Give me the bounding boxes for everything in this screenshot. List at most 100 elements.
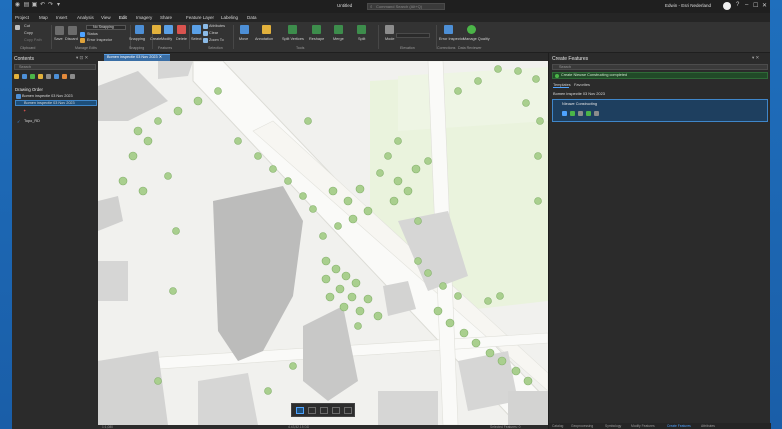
reviewer-error-inspector-icon[interactable] bbox=[444, 25, 453, 34]
map-view[interactable] bbox=[98, 61, 548, 425]
tab-analysis[interactable]: Analysis bbox=[77, 15, 94, 20]
pane-tab-modify-features[interactable]: Modify Features bbox=[631, 424, 655, 428]
select-button[interactable]: Select bbox=[191, 37, 202, 41]
error-inspector-button[interactable]: Error Inspector bbox=[87, 38, 112, 42]
split-vertices-button[interactable]: Split Vertices bbox=[282, 37, 304, 41]
elevation-value-input[interactable] bbox=[396, 33, 430, 38]
delete-button[interactable]: Delete bbox=[176, 37, 187, 41]
close-button[interactable]: ✕ bbox=[762, 2, 767, 9]
contents-search-input[interactable]: Search bbox=[14, 64, 96, 70]
split-icon[interactable] bbox=[357, 25, 366, 34]
trace-tool-icon[interactable] bbox=[578, 111, 583, 116]
discard-edits-button[interactable]: Discard bbox=[65, 37, 78, 41]
map-view-tab[interactable]: Bomen inspectie 03 Nov 2023 ✕ bbox=[104, 54, 170, 61]
snapping-button[interactable]: Snapping bbox=[129, 37, 145, 41]
list-by-snapping-icon[interactable] bbox=[46, 74, 51, 79]
avatar[interactable] bbox=[723, 2, 731, 10]
tab-feature-layer[interactable]: Feature Layer bbox=[186, 15, 214, 20]
attributes-button[interactable]: Attributes bbox=[209, 24, 225, 28]
copy-path-button[interactable]: Copy Path bbox=[24, 38, 42, 42]
tab-imagery[interactable]: Imagery bbox=[136, 15, 152, 20]
pane-tab-geoprocessing[interactable]: Geoprocessing bbox=[571, 424, 593, 428]
templates-search-input[interactable]: Search bbox=[552, 64, 768, 70]
elevation-mode-button[interactable]: Mode bbox=[385, 37, 395, 41]
reshape-icon[interactable] bbox=[312, 25, 321, 34]
save-edits-icon[interactable] bbox=[55, 26, 64, 35]
tab-map[interactable]: Map bbox=[39, 15, 48, 20]
elevation-mode-icon[interactable] bbox=[385, 25, 394, 34]
reshape-button[interactable]: Reshape bbox=[309, 37, 324, 41]
tab-favorites[interactable]: Favorites bbox=[574, 82, 590, 87]
point-tool-icon[interactable] bbox=[562, 111, 567, 116]
manage-quality-button[interactable]: Manage Quality bbox=[463, 37, 490, 41]
template-selected[interactable]: Nieuwe Constructing bbox=[552, 99, 768, 122]
more-tools-icon[interactable] bbox=[594, 111, 599, 116]
redo-icon[interactable]: ↷ bbox=[47, 2, 54, 9]
copy-button[interactable]: Copy bbox=[24, 31, 33, 35]
sketch-tool-icon[interactable] bbox=[570, 111, 575, 116]
tab-labeling[interactable]: Labeling bbox=[221, 15, 238, 20]
rectangle-tool-icon[interactable] bbox=[332, 407, 340, 414]
create-features-pane-controls[interactable]: ▾ ✕ bbox=[752, 55, 759, 61]
layer-basemap[interactable]: Topo_RD bbox=[24, 119, 40, 123]
move-icon[interactable] bbox=[240, 25, 249, 34]
paste-icon[interactable] bbox=[15, 25, 20, 30]
create-button[interactable]: Create bbox=[150, 37, 161, 41]
move-button[interactable]: Move bbox=[239, 37, 248, 41]
modify-button[interactable]: Modify bbox=[161, 37, 172, 41]
pane-tab-create-features[interactable]: Create Features bbox=[667, 424, 691, 428]
arc-tool-icon[interactable] bbox=[320, 407, 328, 414]
split-button[interactable]: Split bbox=[358, 37, 365, 41]
tab-edit[interactable]: Edit bbox=[119, 15, 127, 20]
cut-button[interactable]: Cut bbox=[24, 24, 30, 28]
pane-tab-catalog[interactable]: Catalog bbox=[552, 424, 563, 428]
tab-share[interactable]: Share bbox=[160, 15, 172, 20]
list-by-labeling-icon[interactable] bbox=[54, 74, 59, 79]
line-tool-icon[interactable] bbox=[308, 407, 316, 414]
map-scale[interactable]: 1:1,080 bbox=[102, 425, 113, 429]
pane-tab-symbology[interactable]: Symbology bbox=[605, 424, 621, 428]
pane-tab-attributes[interactable]: Attributes bbox=[701, 424, 715, 428]
merge-button[interactable]: Merge bbox=[333, 37, 344, 41]
tab-data[interactable]: Data bbox=[247, 15, 257, 20]
select-icon[interactable] bbox=[192, 25, 201, 34]
layer-map-root[interactable]: Bomen inspectie 03 Nov 2023 bbox=[22, 94, 73, 98]
tab-insert[interactable]: Insert bbox=[56, 15, 67, 20]
list-by-selection-icon[interactable] bbox=[30, 74, 35, 79]
command-search-input[interactable]: ⌕ Command Search (Alt+Q) bbox=[367, 2, 445, 10]
layer-visibility-checkbox[interactable]: ✓ bbox=[17, 119, 20, 124]
save-edits-button[interactable]: Save bbox=[54, 37, 63, 41]
merge-icon[interactable] bbox=[334, 25, 343, 34]
manage-quality-icon[interactable] bbox=[467, 25, 476, 34]
create-features-icon[interactable] bbox=[152, 25, 161, 34]
template-layer-header[interactable]: Bomen inspectie 03 Nov 2023 bbox=[553, 91, 605, 96]
help-icon[interactable]: ? bbox=[736, 2, 739, 8]
list-by-editing-icon[interactable] bbox=[38, 74, 43, 79]
delete-features-icon[interactable] bbox=[177, 25, 186, 34]
status-button[interactable]: Status bbox=[87, 32, 98, 36]
minimize-button[interactable]: – bbox=[745, 2, 748, 8]
tab-project[interactable]: Project bbox=[15, 15, 29, 20]
open-project-icon[interactable]: ▤ bbox=[23, 2, 30, 9]
more-options-icon[interactable] bbox=[70, 74, 75, 79]
signed-in-user[interactable]: Edwin - Esri Nederland bbox=[665, 3, 711, 8]
annotation-button[interactable]: Annotation bbox=[255, 37, 273, 41]
snapping-icon[interactable] bbox=[135, 25, 144, 34]
modify-features-icon[interactable] bbox=[164, 25, 173, 34]
layer-selected-row[interactable]: Bomen inspectie 03 Nov 2023 bbox=[15, 100, 97, 106]
reviewer-error-inspector-button[interactable]: Error Inspector bbox=[439, 37, 464, 41]
tab-view[interactable]: View bbox=[101, 15, 111, 20]
zoom-to-button[interactable]: Zoom To bbox=[209, 38, 224, 42]
finish-tool-icon[interactable] bbox=[344, 407, 352, 414]
save-project-icon[interactable]: ▣ bbox=[31, 2, 38, 9]
snapping-dropdown[interactable]: No Snapping bbox=[86, 25, 126, 30]
contents-pane-controls[interactable]: ▾ ⊡ ✕ bbox=[76, 55, 88, 61]
list-by-drawing-order-icon[interactable] bbox=[14, 74, 19, 79]
customize-quick-access-icon[interactable]: ▾ bbox=[55, 2, 62, 9]
undo-icon[interactable]: ↶ bbox=[39, 2, 46, 9]
list-by-source-icon[interactable] bbox=[22, 74, 27, 79]
list-by-perspective-icon[interactable] bbox=[62, 74, 67, 79]
vertex-tool-icon[interactable] bbox=[296, 407, 304, 414]
template-properties-icon[interactable] bbox=[586, 111, 591, 116]
clear-button[interactable]: Clear bbox=[209, 31, 218, 35]
